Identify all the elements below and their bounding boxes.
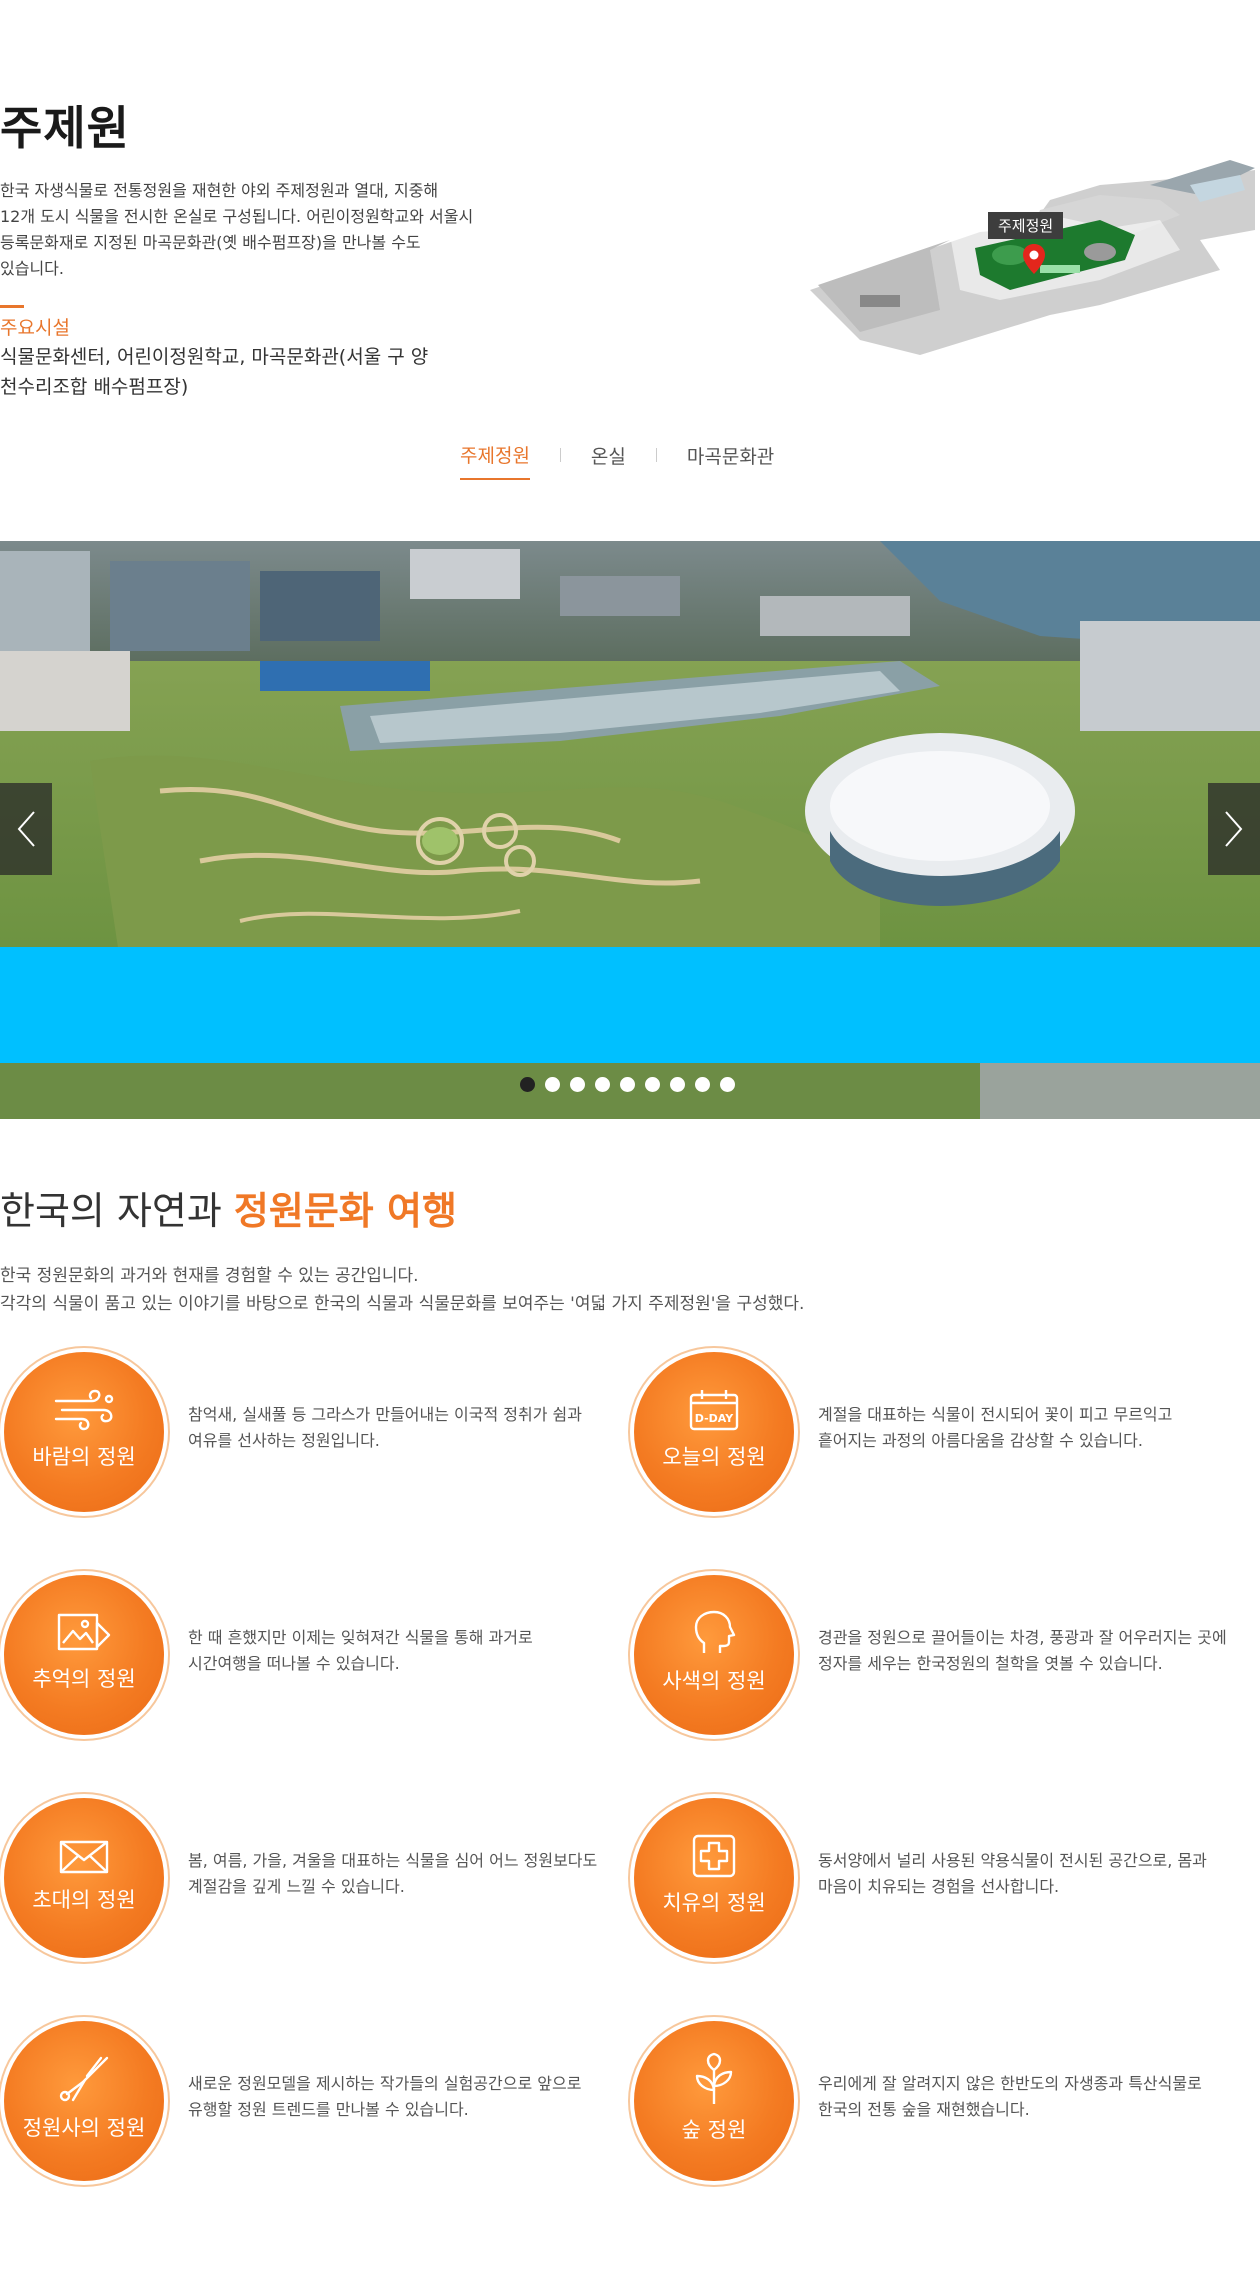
slider-dots: [520, 1077, 735, 1092]
garden-description-line: 경관을 정원으로 끌어들이는 차경, 풍광과 잘 어우러지는 곳에: [818, 1628, 1227, 1647]
head-icon: [694, 1610, 736, 1653]
intro-line: 한국 자생식물로 전통정원을 재현한 야외 주제정원과 열대, 지중해: [0, 181, 439, 200]
garden-card: 숲 정원 우리에게 잘 알려지지 않은 한반도의 자생종과 특산식물로 한국의 …: [630, 2021, 1260, 2191]
facilities-title: 주요시설: [0, 317, 70, 339]
chevron-left-icon: [17, 811, 35, 847]
garden-card: 초대의 정원 봄, 여름, 가을, 겨울을 대표하는 식물을 심어 어느 정원보…: [0, 1798, 630, 1968]
facilities-accent-bar: [0, 305, 24, 308]
garden-description-line: 우리에게 잘 알려지지 않은 한반도의 자생종과 특산식물로: [818, 2074, 1202, 2093]
garden-description: 우리에게 잘 알려지지 않은 한반도의 자생종과 특산식물로 한국의 전통 숲을…: [818, 2071, 1258, 2123]
garden-card: 추억의 정원 한 때 흔했지만 이제는 잊혀져간 식물을 통해 과거로 시간여행…: [0, 1575, 630, 1745]
garden-name: 사색의 정원: [662, 1669, 766, 1693]
slider-prev-button[interactable]: [0, 783, 52, 875]
tab-greenhouse[interactable]: 온실: [591, 442, 626, 479]
tab-theme-garden[interactable]: 주제정원: [460, 441, 530, 480]
garden-description: 봄, 여름, 가을, 겨울을 대표하는 식물을 심어 어느 정원보다도 계절감을…: [188, 1848, 628, 1900]
section-title-plain: 한국의 자연과: [0, 1189, 234, 1233]
garden-badge-gardener[interactable]: 정원사의 정원: [4, 2021, 164, 2181]
facilities-text: 식물문화센터, 어린이정원학교, 마곡문화관(서울 구 양천수리조합 배수펌프장…: [0, 346, 429, 398]
garden-name: 추억의 정원: [32, 1667, 136, 1691]
slider-next-button[interactable]: [1208, 783, 1260, 875]
section-description-line: 한국 정원문화의 과거와 현재를 경험할 수 있는 공간입니다.: [0, 1266, 419, 1286]
garden-description: 동서양에서 널리 사용된 약용식물이 전시된 공간으로, 몸과 마음이 치유되는…: [818, 1848, 1258, 1900]
garden-badge-forest[interactable]: 숲 정원: [634, 2021, 794, 2181]
pruning-shears-icon: [59, 2056, 109, 2102]
intro-text: 한국 자생식물로 전통정원을 재현한 야외 주제정원과 열대, 지중해 12개 …: [0, 178, 500, 282]
caption-band: [0, 947, 1260, 1063]
garden-description: 경관을 정원으로 끌어들이는 차경, 풍광과 잘 어우러지는 곳에 정자를 세우…: [818, 1625, 1258, 1677]
medical-cross-icon: [692, 1834, 736, 1878]
garden-badge-today[interactable]: D-DAY 오늘의 정원: [634, 1352, 794, 1512]
slider-dot[interactable]: [620, 1077, 635, 1092]
slider-dot[interactable]: [695, 1077, 710, 1092]
envelope-icon: [59, 1840, 109, 1874]
garden-name: 초대의 정원: [32, 1888, 136, 1912]
garden-name: 숲 정원: [681, 2118, 747, 2142]
section-description-line: 각각의 식물이 품고 있는 이야기를 바탕으로 한국의 식물과 식물문화를 보여…: [0, 1294, 805, 1314]
tab-divider: [655, 448, 657, 462]
garden-description: 한 때 흔했지만 이제는 잊혀져간 식물을 통해 과거로 시간여행을 떠나볼 수…: [188, 1625, 628, 1677]
garden-description-line: 새로운 정원모델을 제시하는 작가들의 실험공간으로 앞으로: [188, 2074, 582, 2093]
garden-description-line: 한 때 흔했지만 이제는 잊혀져간 식물을 통해 과거로: [188, 1628, 533, 1647]
garden-card: 사색의 정원 경관을 정원으로 끌어들이는 차경, 풍광과 잘 어우러지는 곳에…: [630, 1575, 1260, 1745]
garden-description-line: 계절감을 깊게 느낄 수 있습니다.: [188, 1877, 405, 1896]
garden-name: 정원사의 정원: [22, 2116, 146, 2140]
map-pin-icon: [1023, 244, 1045, 274]
garden-name: 치유의 정원: [662, 1891, 766, 1915]
garden-card: D-DAY 오늘의 정원 계절을 대표하는 식물이 전시되어 꽃이 피고 무르익…: [630, 1352, 1260, 1522]
garden-description-line: 참억새, 실새풀 등 그라스가 만들어내는 이국적 정취가 쉼과: [188, 1405, 582, 1424]
map-label: 주제정원: [988, 212, 1064, 239]
photo-icon: [57, 1613, 111, 1651]
garden-card: 바람의 정원 참억새, 실새풀 등 그라스가 만들어내는 이국적 정취가 쉼과 …: [0, 1352, 630, 1522]
garden-badge-invitation[interactable]: 초대의 정원: [4, 1798, 164, 1958]
garden-description-line: 마음이 치유되는 경험을 선사합니다.: [818, 1877, 1060, 1896]
section-title: 한국의 자연과 정원문화 여행: [0, 1180, 457, 1235]
tab-divider: [559, 448, 561, 462]
svg-text:D-DAY: D-DAY: [695, 1412, 734, 1425]
garden-name: 바람의 정원: [32, 1445, 136, 1469]
garden-description: 계절을 대표하는 식물이 전시되어 꽃이 피고 무르익고 흩어지는 과정의 아름…: [818, 1402, 1258, 1454]
intro-line: 등록문화재로 지정된 마곡문화관(옛 배수펌프장)을 만나볼 수도: [0, 233, 421, 252]
garden-description-line: 여유를 선사하는 정원입니다.: [188, 1431, 380, 1450]
image-slider[interactable]: [0, 541, 1260, 1119]
garden-badge-healing[interactable]: 치유의 정원: [634, 1798, 794, 1958]
slider-dot[interactable]: [645, 1077, 660, 1092]
sprout-icon: [695, 2052, 733, 2104]
wind-icon: [54, 1389, 114, 1431]
section-description: 한국 정원문화의 과거와 현재를 경험할 수 있는 공간입니다. 각각의 식물이…: [0, 1262, 804, 1318]
garden-description: 새로운 정원모델을 제시하는 작가들의 실험공간으로 앞으로 유행할 정원 트렌…: [188, 2071, 628, 2123]
slider-dot[interactable]: [720, 1077, 735, 1092]
slider-dot[interactable]: [670, 1077, 685, 1092]
calendar-dday-icon: D-DAY: [689, 1390, 739, 1431]
slider-dot[interactable]: [595, 1077, 610, 1092]
slider-dot[interactable]: [520, 1077, 535, 1092]
tab-magok-culture-hall[interactable]: 마곡문화관: [687, 442, 774, 479]
section-title-highlight: 정원문화 여행: [233, 1189, 457, 1233]
garden-description-line: 계절을 대표하는 식물이 전시되어 꽃이 피고 무르익고: [818, 1405, 1173, 1424]
chevron-right-icon: [1225, 811, 1243, 847]
intro-line: 있습니다.: [0, 259, 64, 278]
garden-description-line: 시간여행을 떠나볼 수 있습니다.: [188, 1654, 400, 1673]
garden-description-line: 정자를 세우는 한국정원의 철학을 엿볼 수 있습니다.: [818, 1654, 1163, 1673]
sub-tabs: 주제정원 온실 마곡문화관: [460, 440, 774, 480]
garden-badge-memory[interactable]: 추억의 정원: [4, 1575, 164, 1735]
garden-description-line: 한국의 전통 숲을 재현했습니다.: [818, 2100, 1030, 2119]
garden-description-line: 봄, 여름, 가을, 겨울을 대표하는 식물을 심어 어느 정원보다도: [188, 1851, 598, 1870]
garden-description-line: 흩어지는 과정의 아름다움을 감상할 수 있습니다.: [818, 1431, 1143, 1450]
slider-dot[interactable]: [545, 1077, 560, 1092]
garden-name: 오늘의 정원: [662, 1445, 766, 1469]
slider-dot[interactable]: [570, 1077, 585, 1092]
garden-description-line: 동서양에서 널리 사용된 약용식물이 전시된 공간으로, 몸과: [818, 1851, 1207, 1870]
intro-line: 12개 도시 식물을 전시한 온실로 구성됩니다. 어린이정원학교와 서울시: [0, 207, 474, 226]
garden-description: 참억새, 실새풀 등 그라스가 만들어내는 이국적 정취가 쉼과 여유를 선사하…: [188, 1402, 628, 1454]
garden-card: 정원사의 정원 새로운 정원모델을 제시하는 작가들의 실험공간으로 앞으로 유…: [0, 2021, 630, 2191]
garden-badge-contemplation[interactable]: 사색의 정원: [634, 1575, 794, 1735]
garden-description-line: 유행할 정원 트렌드를 만나볼 수 있습니다.: [188, 2100, 469, 2119]
garden-badge-wind[interactable]: 바람의 정원: [4, 1352, 164, 1512]
garden-card: 치유의 정원 동서양에서 널리 사용된 약용식물이 전시된 공간으로, 몸과 마…: [630, 1798, 1260, 1968]
page-title: 주제원: [0, 101, 130, 155]
